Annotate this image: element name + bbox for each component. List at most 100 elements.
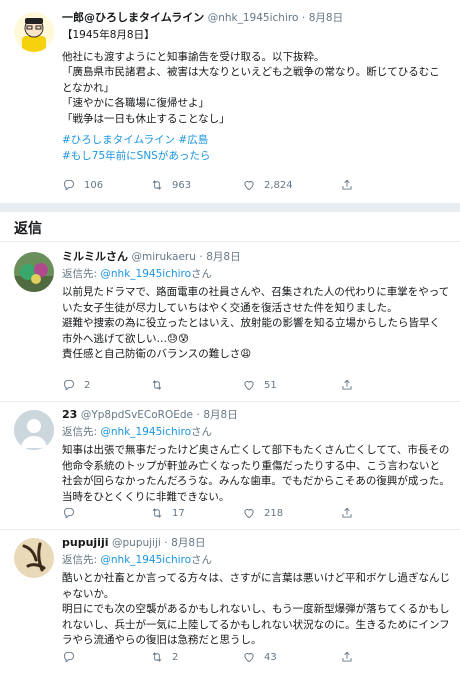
tweet-line: 責任感と自己防衛のバランスの難しさ😩 [62,348,252,360]
share-icon [342,379,352,390]
reply-prefix: 返信先: [62,268,101,280]
avatar[interactable] [14,12,54,52]
reply-button[interactable] [62,506,84,520]
reply-prefix: 返信先: [62,554,101,566]
retweet-icon [152,652,162,662]
like-button[interactable]: 43 [242,650,277,664]
retweet-icon [152,180,162,190]
tweet-date[interactable]: 8月8日 [203,409,237,421]
heart-icon [244,381,254,391]
author-name[interactable]: pupujiji [62,536,109,549]
avatar[interactable] [14,252,54,292]
separator-dot: · [196,409,200,421]
author-handle[interactable]: @nhk_1945ichiro [208,12,299,24]
reply-icon [63,379,75,391]
reply-suffix: さん [191,268,213,280]
tweet-header: 23 @Yp8pdSvECoROEde · 8月8日 [62,407,450,423]
like-count: 218 [264,507,284,519]
avatar-calligraphy-icon [14,538,54,578]
main-tweet[interactable]: 一郎@ひろしまタイムライン @nhk_1945ichiro · 8月8日 【19… [0,0,460,203]
reply-context: 返信先: @nhk_1945ichiroさん [62,425,450,440]
retweet-button[interactable]: 17 [150,506,185,520]
retweet-count: 2 [172,651,179,663]
like-button[interactable]: 2,824 [242,178,293,192]
like-count: 2,824 [264,179,293,191]
reply-context: 返信先: @nhk_1945ichiroさん [62,553,450,568]
reply-context: 返信先: @nhk_1945ichiroさん [62,267,450,282]
share-icon [342,507,352,518]
separator-dot: · [301,12,306,24]
hashtag-link[interactable]: #広島 [178,134,208,146]
replies-heading: 返信 [14,221,42,237]
author-handle[interactable]: @mirukaeru [132,251,196,263]
tweet-text: 以前見たドラマで、路面電車の社員さんや、召集された人の代わりに車掌をやっていた女… [62,285,450,363]
retweet-button[interactable] [150,378,172,392]
separator-dot: · [199,251,203,263]
author-handle[interactable]: @pupujiji [112,537,161,549]
share-button[interactable] [340,506,362,520]
reply-tweet[interactable]: ミルミルさん @mirukaeru · 8月8日 返信先: @nhk_1945i… [0,242,460,402]
tweet-text: 【1945年8月8日】 他社にも渡すようにと知事諭告を受け取る。以下抜粋。 「廣… [62,28,450,164]
reply-icon [63,651,75,663]
separator-dot: · [164,537,168,549]
reply-icon [63,179,75,191]
reply-tweet[interactable]: pupujiji @pupujiji · 8月8日 返信先: @nhk_1945… [0,530,460,674]
author-name[interactable]: ミルミルさん [62,250,128,263]
share-button[interactable] [340,650,362,664]
author-name[interactable]: 23 [62,408,77,421]
retweet-count: 963 [172,179,192,191]
tweet-line: 酷いとか社畜とか言ってる方々は、さすがに言葉は悪いけど平和ボケし過ぎなんじゃない… [62,572,450,600]
reply-button[interactable]: 2 [62,378,90,392]
reply-suffix: さん [191,554,213,566]
tweet-text: 酷いとか社畜とか言ってる方々は、さすがに言葉は悪いけど平和ボケし過ぎなんじゃない… [62,571,450,649]
retweet-button[interactable]: 963 [150,178,191,192]
reply-tweet[interactable]: 23 @Yp8pdSvECoROEde · 8月8日 返信先: @nhk_194… [0,402,460,530]
reply-suffix: さん [191,426,213,438]
tweet-line: 避難や捜索の為に役立ったとはいえ、放射能の影響を知る立場からしたら皆早く市外へ逃… [62,317,440,345]
avatar-illustration-icon [14,12,54,52]
heart-icon [244,181,254,191]
share-button[interactable] [340,378,362,392]
reply-button[interactable]: 106 [62,178,103,192]
like-count: 51 [264,379,277,391]
reply-to-link[interactable]: @nhk_1945ichiro [100,268,191,280]
share-button[interactable] [340,178,362,192]
hashtag-link[interactable]: #もし75年前にSNSがあったら [62,150,210,162]
reply-prefix: 返信先: [62,426,101,438]
like-button[interactable]: 51 [242,378,277,392]
tweet-line: 【1945年8月8日】 [62,29,155,41]
like-button[interactable]: 218 [242,506,283,520]
share-icon [342,651,352,662]
hashtag-line: #もし75年前にSNSがあったら [62,149,450,165]
reply-to-link[interactable]: @nhk_1945ichiro [100,426,191,438]
tweet-text: 知事は出張で無事だったけど奥さん亡くして部下もたくさん亡くしてて、市長その他命令… [62,443,450,505]
retweet-icon [152,508,162,518]
tweet-header: 一郎@ひろしまタイムライン @nhk_1945ichiro · 8月8日 [62,10,450,26]
reply-count: 106 [84,179,104,191]
tweet-line: 他社にも渡すようにと知事諭告を受け取る。以下抜粋。 [62,50,325,63]
tweet-header: pupujiji @pupujiji · 8月8日 [62,535,450,551]
heart-icon [244,509,254,519]
retweet-count: 17 [172,507,185,519]
like-count: 43 [264,651,277,663]
tweet-header: ミルミルさん @mirukaeru · 8月8日 [62,249,450,265]
reply-icon [63,507,75,519]
author-name[interactable]: 一郎@ひろしまタイムライン [62,11,204,24]
retweet-button[interactable]: 2 [150,650,178,664]
avatar-photo-icon [14,252,54,292]
avatar[interactable] [14,538,54,578]
share-icon [342,179,352,190]
tweet-date[interactable]: 8月8日 [309,12,343,24]
reply-to-link[interactable]: @nhk_1945ichiro [100,554,191,566]
retweet-icon [152,380,162,390]
avatar[interactable] [14,410,54,450]
default-profile-icon [14,410,54,450]
reply-button[interactable] [62,650,84,664]
hashtag-link[interactable]: #ひろしまタイムライン [62,134,175,146]
section-divider [0,203,460,212]
tweet-date[interactable]: 8月8日 [171,537,205,549]
author-handle[interactable]: @Yp8pdSvECoROEde [81,409,193,421]
tweet-line: 知事は出張で無事だったけど奥さん亡くして部下もたくさん亡くしてて、市長その他命令… [62,444,450,503]
tweet-line: 以前見たドラマで、路面電車の社員さんや、召集された人の代わりに車掌をやっていた女… [62,286,450,314]
tweet-date[interactable]: 8月8日 [206,251,240,263]
